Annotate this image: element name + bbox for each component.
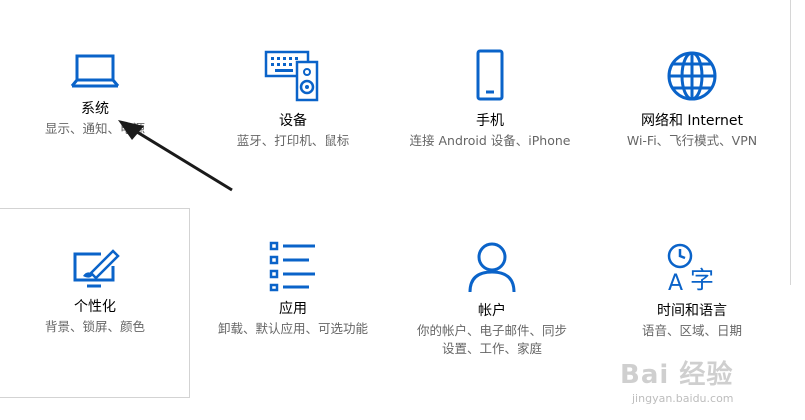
- scrollbar-track[interactable]: [790, 0, 791, 285]
- tile-network[interactable]: 网络和 Internet Wi-Fi、飞行模式、VPN: [597, 48, 787, 150]
- tile-description: 显示、通知、电源: [44, 121, 145, 136]
- personalization-icon: [73, 249, 120, 288]
- account-icon: [468, 242, 516, 293]
- tile-time-language[interactable]: A 字 时间和语言 语音、区域、日期: [597, 240, 787, 340]
- tile-description: 连接 Android 设备、iPhone: [409, 133, 571, 148]
- tile-description: 语音、区域、日期: [641, 323, 742, 338]
- tile-personalization[interactable]: 个性化 背景、锁屏、颜色: [0, 246, 190, 336]
- tile-title: 设备: [279, 113, 307, 129]
- apps-list-icon: [269, 241, 315, 292]
- tile-description: 背景、锁屏、颜色: [44, 319, 145, 334]
- tile-accounts[interactable]: 帐户 你的帐户、电子邮件、同步设置、工作、家庭: [397, 240, 587, 358]
- tile-description: Wi-Fi、飞行模式、VPN: [626, 133, 758, 148]
- tile-description: 你的帐户、电子邮件、同步设置、工作、家庭: [416, 323, 567, 356]
- phone-icon: [476, 49, 504, 101]
- laptop-icon: [70, 54, 120, 88]
- tile-title: 帐户: [478, 303, 506, 319]
- tile-description: 蓝牙、打印机、鼠标: [236, 133, 350, 148]
- baidu-watermark: Bai 经验 jingyan.baidu.com: [612, 352, 782, 412]
- devices-icon: [264, 50, 319, 102]
- tile-devices[interactable]: 设备 蓝牙、打印机、鼠标: [198, 48, 388, 150]
- tile-description: 卸载、默认应用、可选功能: [217, 321, 368, 336]
- tile-title: 网络和 Internet: [640, 113, 744, 129]
- svg-text:字: 字: [690, 266, 714, 294]
- tile-title: 系统: [81, 101, 109, 117]
- time-language-icon: A 字: [667, 243, 714, 294]
- tile-title: 个性化: [74, 299, 116, 315]
- watermark-sub-text: jingyan.baidu.com: [632, 392, 734, 405]
- watermark-main-text: Bai 经验: [620, 360, 734, 390]
- tile-title: 手机: [476, 113, 504, 129]
- tile-title: 时间和语言: [657, 303, 727, 319]
- tile-phone[interactable]: 手机 连接 Android 设备、iPhone: [395, 48, 585, 150]
- tile-system[interactable]: 系统 显示、通知、电源: [0, 48, 190, 138]
- svg-text:A: A: [668, 271, 683, 294]
- globe-icon: [667, 51, 717, 101]
- tile-apps[interactable]: 应用 卸载、默认应用、可选功能: [198, 240, 388, 338]
- tile-title: 应用: [279, 301, 307, 317]
